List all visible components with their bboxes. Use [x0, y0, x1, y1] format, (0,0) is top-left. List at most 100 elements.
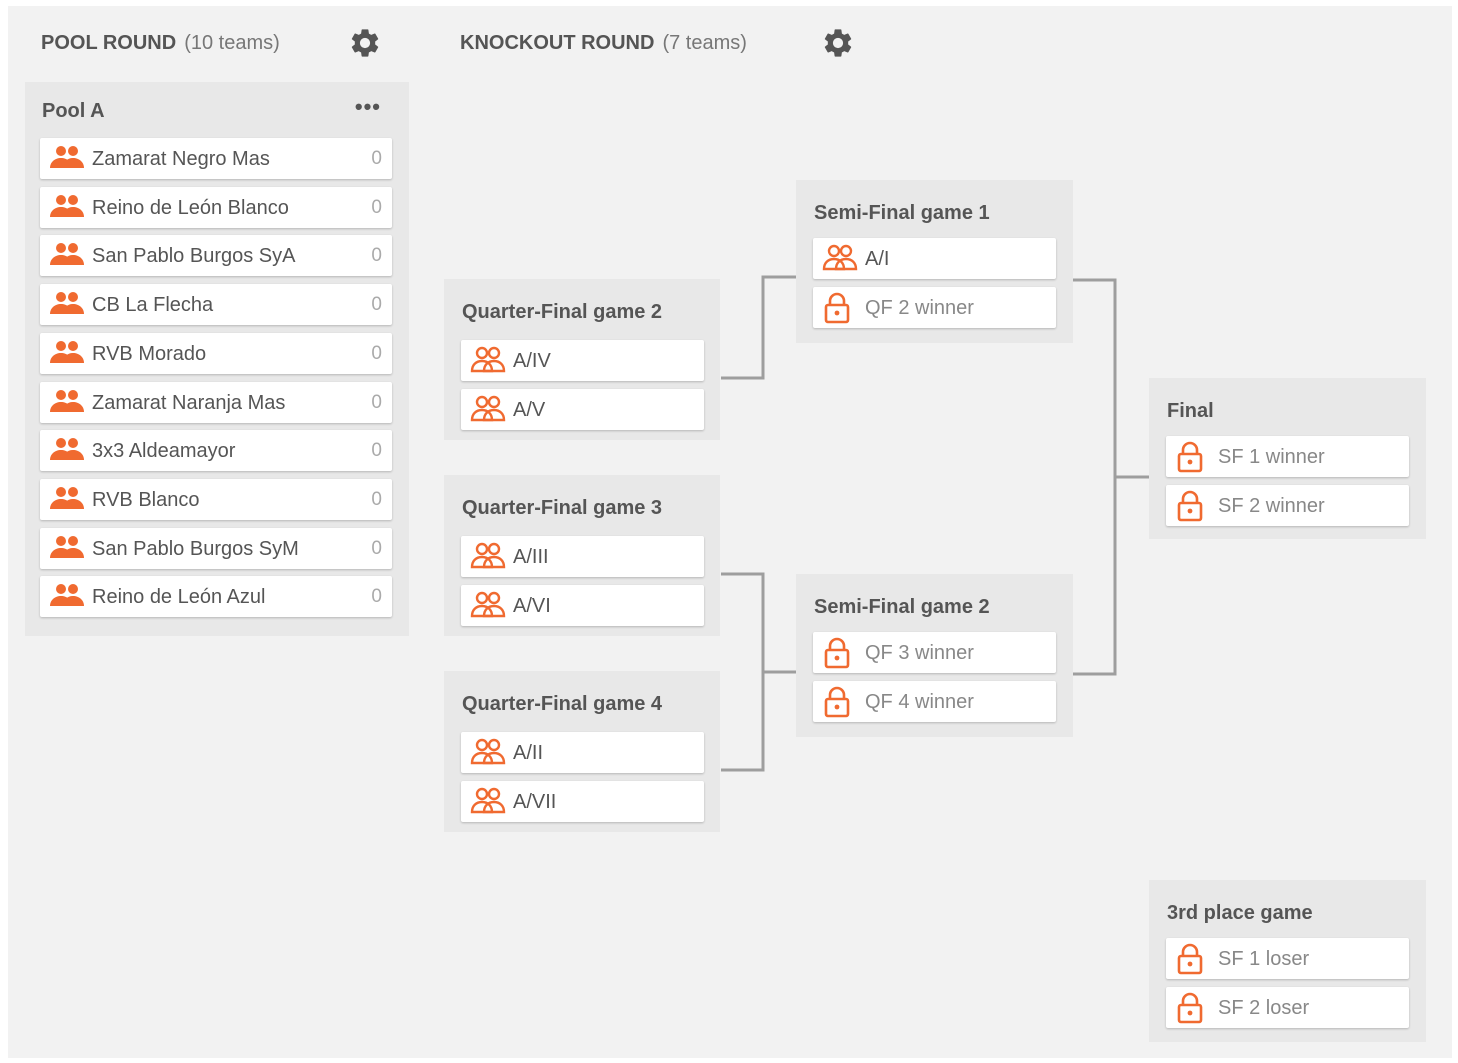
team-outline-icon: [470, 737, 506, 772]
pool-round-header: POOL ROUND (10 teams): [41, 32, 280, 55]
team-score: 0: [371, 488, 382, 510]
team-outline-icon: [470, 786, 506, 821]
slot-label: A/III: [513, 546, 549, 568]
lock-icon: [1175, 441, 1205, 478]
team-score: 0: [371, 196, 382, 218]
team-name: Zamarat Naranja Mas: [92, 391, 286, 414]
locked-slot[interactable]: SF 2 loser: [1166, 987, 1409, 1028]
team-icon: [49, 436, 85, 469]
locked-slot[interactable]: SF 1 loser: [1166, 938, 1409, 979]
team-outline-icon: [822, 243, 858, 278]
lock-icon: [822, 637, 852, 674]
seed-slot[interactable]: A/VI: [461, 585, 704, 626]
team-row[interactable]: Reino de León Blanco 0: [40, 186, 392, 228]
lock-icon: [1175, 992, 1205, 1029]
final-game: Final SF 1 winner SF 2 winner: [1149, 378, 1426, 539]
pool-round-title: POOL ROUND: [41, 32, 177, 54]
game-title: 3rd place game: [1167, 902, 1313, 924]
slot-label: QF 4 winner: [865, 691, 974, 713]
locked-slot[interactable]: SF 1 winner: [1166, 436, 1409, 477]
lock-icon: [1175, 943, 1205, 980]
pool-round-count: (10 teams): [184, 32, 280, 54]
team-name: RVB Morado: [92, 342, 207, 365]
team-row[interactable]: RVB Blanco 0: [40, 478, 392, 520]
team-score: 0: [371, 391, 382, 413]
pool-title: Pool A: [42, 100, 105, 122]
quarter-final-game-3: Quarter-Final game 3 A/III A/VI: [444, 475, 720, 636]
pool-a-panel: Pool A ••• Zamarat Negro Mas 0 Reino de Le…: [25, 82, 409, 636]
team-outline-icon: [470, 394, 506, 429]
lock-icon: [1175, 490, 1205, 527]
seed-slot[interactable]: A/V: [461, 389, 704, 430]
team-row[interactable]: San Pablo Burgos SyA 0: [40, 235, 392, 277]
team-outline-icon: [470, 590, 506, 625]
knockout-round-count: (7 teams): [662, 32, 747, 54]
team-icon: [49, 193, 85, 226]
slot-label: QF 3 winner: [865, 642, 974, 664]
slot-label: A/VI: [513, 595, 551, 617]
third-place-game: 3rd place game SF 1 loser SF 2 loser: [1149, 880, 1426, 1042]
team-icon: [49, 241, 85, 274]
game-title: Semi-Final game 1: [814, 202, 990, 224]
team-name: San Pablo Burgos SyA: [92, 245, 296, 268]
team-row[interactable]: RVB Morado 0: [40, 332, 392, 374]
slot-label: A/VII: [513, 791, 557, 813]
seed-slot[interactable]: A/II: [461, 732, 704, 773]
locked-slot[interactable]: QF 4 winner: [813, 681, 1056, 722]
team-icon: [49, 144, 85, 177]
game-title: Quarter-Final game 4: [462, 693, 663, 715]
team-name: RVB Blanco: [92, 488, 200, 511]
team-icon: [49, 485, 85, 518]
knockout-round-header: KNOCKOUT ROUND (7 teams): [460, 32, 747, 55]
team-icon: [49, 534, 85, 567]
team-outline-icon: [470, 541, 506, 576]
team-row[interactable]: Zamarat Naranja Mas 0: [40, 381, 392, 423]
team-icon: [49, 388, 85, 421]
slot-label: SF 2 winner: [1218, 495, 1325, 517]
team-row[interactable]: 3x3 Aldeamayor 0: [40, 430, 392, 472]
seed-slot[interactable]: A/III: [461, 536, 704, 577]
locked-slot[interactable]: SF 2 winner: [1166, 485, 1409, 526]
team-score: 0: [371, 294, 382, 316]
game-title: Quarter-Final game 3: [462, 497, 663, 519]
tournament-board: POOL ROUND (10 teams) KNOCKOUT ROUND (7 te…: [8, 6, 1452, 1058]
slot-label: QF 2 winner: [865, 297, 974, 319]
pool-menu-button[interactable]: •••: [355, 94, 381, 120]
team-score: 0: [371, 342, 382, 364]
locked-slot[interactable]: QF 3 winner: [813, 632, 1056, 673]
team-icon: [49, 582, 85, 615]
slot-label: A/IV: [513, 350, 551, 372]
quarter-final-game-4: Quarter-Final game 4 A/II A/VII: [444, 671, 720, 832]
semi-final-game-2: Semi-Final game 2 QF 3 winner QF 4 winner: [796, 574, 1073, 737]
team-row[interactable]: San Pablo Burgos SyM 0: [40, 527, 392, 569]
team-score: 0: [371, 586, 382, 608]
slot-label: A/V: [513, 399, 546, 421]
slot-label: A/I: [865, 248, 890, 270]
lock-icon: [822, 292, 852, 329]
game-title: Semi-Final game 2: [814, 596, 990, 618]
seed-slot[interactable]: A/VII: [461, 781, 704, 822]
team-score: 0: [371, 245, 382, 267]
team-score: 0: [371, 537, 382, 559]
team-name: Zamarat Negro Mas: [92, 148, 270, 170]
team-name: Reino de León Blanco: [92, 196, 289, 219]
seed-slot[interactable]: A/I: [813, 238, 1056, 279]
slot-label: SF 2 loser: [1218, 997, 1310, 1019]
team-name: San Pablo Burgos SyM: [92, 537, 299, 560]
team-score: 0: [371, 440, 382, 462]
team-row[interactable]: Zamarat Negro Mas 0: [40, 138, 392, 179]
locked-slot[interactable]: QF 2 winner: [813, 287, 1056, 328]
team-row[interactable]: CB La Flecha 0: [40, 284, 392, 326]
gear-icon[interactable]: [821, 26, 855, 60]
slot-label: SF 1 winner: [1218, 446, 1325, 468]
gear-icon[interactable]: [348, 26, 382, 60]
semi-final-game-1: Semi-Final game 1 A/I QF 2 winner: [796, 180, 1073, 343]
team-row[interactable]: Reino de León Azul 0: [40, 576, 392, 618]
lock-icon: [822, 686, 852, 723]
slot-label: SF 1 loser: [1218, 948, 1310, 970]
seed-slot[interactable]: A/IV: [461, 340, 704, 381]
slot-label: A/II: [513, 742, 544, 764]
knockout-round-title: KNOCKOUT ROUND: [460, 32, 655, 54]
team-icon: [49, 290, 85, 323]
team-score: 0: [371, 148, 382, 169]
